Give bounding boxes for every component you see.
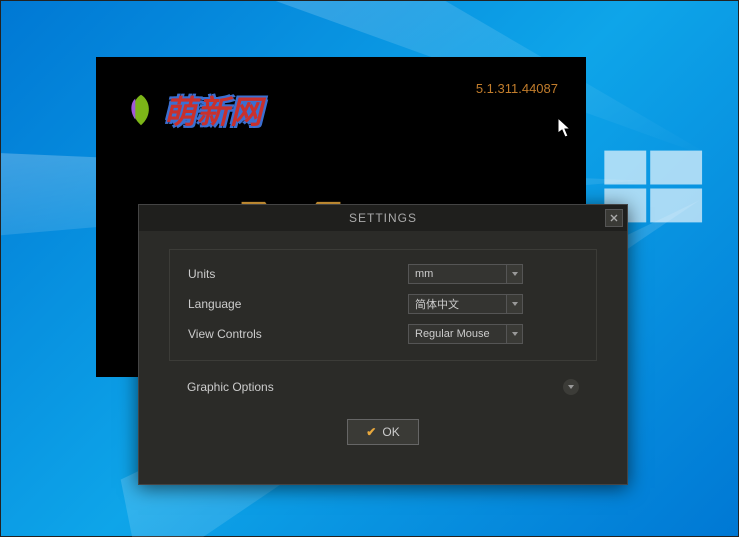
- view-controls-select[interactable]: Regular Mouse: [408, 324, 523, 344]
- close-icon: [610, 214, 618, 222]
- close-button[interactable]: [605, 209, 623, 227]
- settings-dialog: SETTINGS Units mm Language 简体中文 Vie: [138, 204, 628, 485]
- units-select[interactable]: mm: [408, 264, 523, 284]
- dialog-title-bar: SETTINGS: [139, 205, 627, 231]
- settings-group: Units mm Language 简体中文 View Controls Reg…: [169, 249, 597, 361]
- version-text: 5.1.311.44087: [476, 81, 558, 96]
- ok-label: OK: [382, 425, 399, 439]
- chevron-down-icon: [506, 325, 522, 343]
- leaf-icon: [122, 91, 160, 129]
- language-label: Language: [188, 297, 408, 311]
- watermark: 萌新网: [122, 87, 263, 133]
- language-select[interactable]: 简体中文: [408, 294, 523, 314]
- ok-button[interactable]: ✔ OK: [347, 419, 418, 445]
- check-icon: ✔: [366, 425, 376, 439]
- chevron-down-icon: [506, 295, 522, 313]
- chevron-down-icon: [563, 379, 579, 395]
- language-value: 简体中文: [415, 296, 459, 312]
- units-value: mm: [415, 268, 433, 280]
- cursor-icon: [557, 117, 573, 139]
- graphic-options-label: Graphic Options: [187, 380, 274, 394]
- units-label: Units: [188, 267, 408, 281]
- graphic-options-expander[interactable]: Graphic Options: [169, 375, 597, 399]
- view-controls-value: Regular Mouse: [415, 328, 490, 340]
- dialog-title: SETTINGS: [349, 211, 417, 225]
- chevron-down-icon: [506, 265, 522, 283]
- watermark-text: 萌新网: [164, 87, 263, 133]
- view-controls-label: View Controls: [188, 327, 408, 341]
